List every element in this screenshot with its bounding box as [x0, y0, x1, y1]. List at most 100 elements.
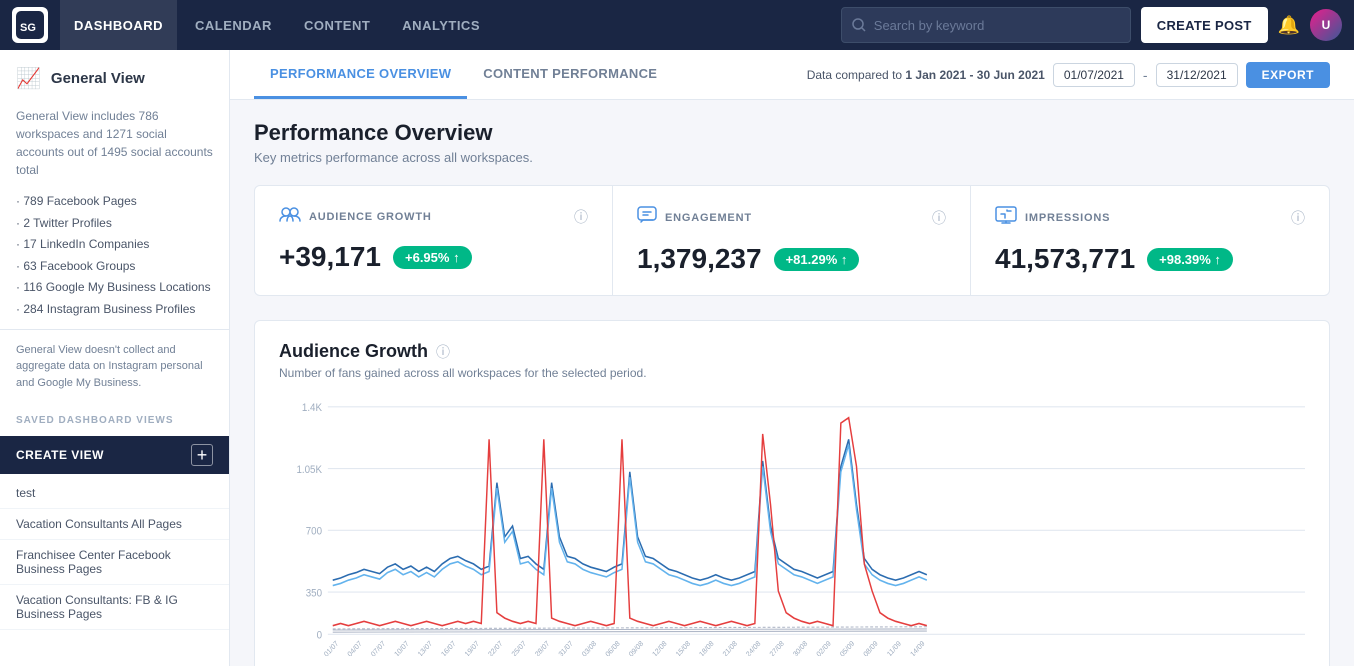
svg-text:1.4K: 1.4K — [302, 403, 322, 415]
list-item: 63 Facebook Groups — [16, 256, 213, 278]
svg-text:15/08: 15/08 — [674, 639, 692, 656]
engagement-label: ENGAGEMENT — [665, 212, 924, 224]
date-compare-label: Data compared to 1 Jan 2021 - 30 Jun 202… — [807, 68, 1045, 82]
svg-text:16/07: 16/07 — [439, 639, 457, 656]
audience-value-row: +39,171 +6.95% ↑ — [279, 241, 588, 273]
tabs-bar: PERFORMANCE OVERVIEW CONTENT PERFORMANCE… — [230, 50, 1354, 100]
date-from-input[interactable]: 01/07/2021 — [1053, 63, 1135, 87]
user-avatar[interactable]: U — [1310, 9, 1342, 41]
svg-text:02/09: 02/09 — [814, 639, 832, 656]
notifications-icon[interactable]: 🔔 — [1278, 15, 1300, 36]
svg-text:12/08: 12/08 — [650, 639, 668, 656]
svg-text:25/07: 25/07 — [510, 639, 528, 656]
chart-title-row: Audience Growth ⓘ — [279, 341, 1305, 362]
list-item: 2 Twitter Profiles — [16, 213, 213, 235]
metric-card-audience: AUDIENCE GROWTH ⓘ +39,171 +6.95% ↑ — [255, 186, 613, 295]
sidebar-description: General View includes 786 workspaces and… — [0, 107, 229, 191]
list-item: 17 LinkedIn Companies — [16, 234, 213, 256]
svg-text:08/09: 08/09 — [861, 639, 879, 656]
saved-views-label: SAVED DASHBOARD VIEWS — [0, 403, 229, 432]
tab-content-performance[interactable]: CONTENT PERFORMANCE — [467, 50, 673, 99]
chart-info-icon[interactable]: ⓘ — [436, 342, 450, 362]
main-layout: 📈 General View General View includes 786… — [0, 50, 1354, 666]
list-item: 116 Google My Business Locations — [16, 277, 213, 299]
audience-growth-icon — [279, 206, 301, 227]
page-subtitle: Key metrics performance across all works… — [254, 150, 1330, 165]
audience-growth-chart: 1.4K 1.05K 700 350 0 — [279, 396, 1305, 656]
linkedin-line — [333, 631, 927, 632]
engagement-info-icon[interactable]: ⓘ — [932, 208, 946, 228]
svg-text:13/07: 13/07 — [416, 639, 434, 656]
saved-view-vacation-all[interactable]: Vacation Consultants All Pages — [0, 509, 229, 540]
impressions-label: IMPRESSIONS — [1025, 212, 1283, 224]
svg-text:11/09: 11/09 — [885, 639, 903, 656]
metric-card-impressions: IMPRESSIONS ⓘ 41,573,771 +98.39% ↑ — [971, 186, 1329, 295]
metric-card-header-impressions: IMPRESSIONS ⓘ — [995, 206, 1305, 229]
date-separator: - — [1143, 67, 1148, 83]
nav-content[interactable]: CONTENT — [290, 0, 384, 50]
brand-logo[interactable]: SG — [12, 7, 48, 43]
svg-text:22/07: 22/07 — [486, 639, 504, 656]
tabs-left: PERFORMANCE OVERVIEW CONTENT PERFORMANCE — [254, 50, 673, 99]
sidebar-note: General View doesn't collect and aggrega… — [0, 329, 229, 404]
metric-card-header-engagement: ENGAGEMENT ⓘ — [637, 206, 946, 229]
sidebar-header: 📈 General View — [0, 66, 229, 107]
svg-text:14/09: 14/09 — [908, 639, 926, 656]
svg-text:31/07: 31/07 — [557, 639, 575, 656]
svg-text:350: 350 — [306, 588, 323, 600]
search-box — [841, 7, 1131, 43]
svg-text:10/07: 10/07 — [392, 639, 410, 656]
svg-text:18/08: 18/08 — [697, 639, 715, 656]
svg-text:07/07: 07/07 — [369, 639, 387, 656]
list-item: 284 Instagram Business Profiles — [16, 299, 213, 321]
audience-label: AUDIENCE GROWTH — [309, 211, 566, 223]
engagement-value: 1,379,237 — [637, 243, 762, 275]
svg-text:01/07: 01/07 — [322, 639, 340, 656]
nav-dashboard[interactable]: DASHBOARD — [60, 0, 177, 50]
create-view-plus-icon: + — [191, 444, 213, 466]
export-button[interactable]: EXPORT — [1246, 62, 1330, 88]
page-title: Performance Overview — [254, 120, 1330, 146]
svg-text:SG: SG — [20, 22, 36, 34]
svg-text:1.05K: 1.05K — [296, 465, 322, 477]
impressions-icon — [995, 206, 1017, 229]
create-view-label: CREATE VIEW — [16, 448, 104, 462]
content-area: PERFORMANCE OVERVIEW CONTENT PERFORMANCE… — [230, 50, 1354, 666]
tab-performance-overview[interactable]: PERFORMANCE OVERVIEW — [254, 50, 467, 99]
saved-view-test[interactable]: test — [0, 478, 229, 509]
svg-text:30/08: 30/08 — [791, 639, 809, 656]
nav-analytics[interactable]: ANALYTICS — [388, 0, 494, 50]
engagement-value-row: 1,379,237 +81.29% ↑ — [637, 243, 946, 275]
engagement-icon — [637, 206, 657, 229]
chart-title: Audience Growth — [279, 341, 428, 362]
engagement-badge: +81.29% ↑ — [774, 248, 860, 271]
chart-svg: 1.4K 1.05K 700 350 0 — [279, 396, 1305, 656]
saved-view-vacation-fb-ig[interactable]: Vacation Consultants: FB & IG Business P… — [0, 585, 229, 630]
date-to-input[interactable]: 31/12/2021 — [1156, 63, 1238, 87]
sidebar: 📈 General View General View includes 786… — [0, 50, 230, 666]
chart-subtitle: Number of fans gained across all workspa… — [279, 366, 1305, 380]
topnav-right: CREATE POST 🔔 U — [841, 7, 1342, 43]
sidebar-title: General View — [51, 70, 145, 87]
search-input[interactable] — [874, 18, 1120, 33]
svg-text:24/08: 24/08 — [744, 639, 762, 656]
svg-text:06/08: 06/08 — [603, 639, 621, 656]
svg-text:09/08: 09/08 — [627, 639, 645, 656]
svg-text:04/07: 04/07 — [345, 639, 363, 656]
audience-value: +39,171 — [279, 241, 381, 273]
audience-badge: +6.95% ↑ — [393, 246, 472, 269]
nav-calendar[interactable]: CALENDAR — [181, 0, 286, 50]
impressions-info-icon[interactable]: ⓘ — [1291, 208, 1305, 228]
svg-text:19/07: 19/07 — [463, 639, 481, 656]
create-post-button[interactable]: CREATE POST — [1141, 7, 1268, 43]
general-view-icon: 📈 — [16, 66, 41, 91]
saved-view-franchisee[interactable]: Franchisee Center Facebook Business Page… — [0, 540, 229, 585]
create-view-button[interactable]: CREATE VIEW + — [0, 436, 229, 474]
audience-info-icon[interactable]: ⓘ — [574, 207, 588, 227]
impressions-value-row: 41,573,771 +98.39% ↑ — [995, 243, 1305, 275]
page-body: Performance Overview Key metrics perform… — [230, 100, 1354, 666]
impressions-badge: +98.39% ↑ — [1147, 248, 1233, 271]
svg-text:03/08: 03/08 — [580, 639, 598, 656]
impressions-value: 41,573,771 — [995, 243, 1135, 275]
top-navigation: SG DASHBOARD CALENDAR CONTENT ANALYTICS … — [0, 0, 1354, 50]
